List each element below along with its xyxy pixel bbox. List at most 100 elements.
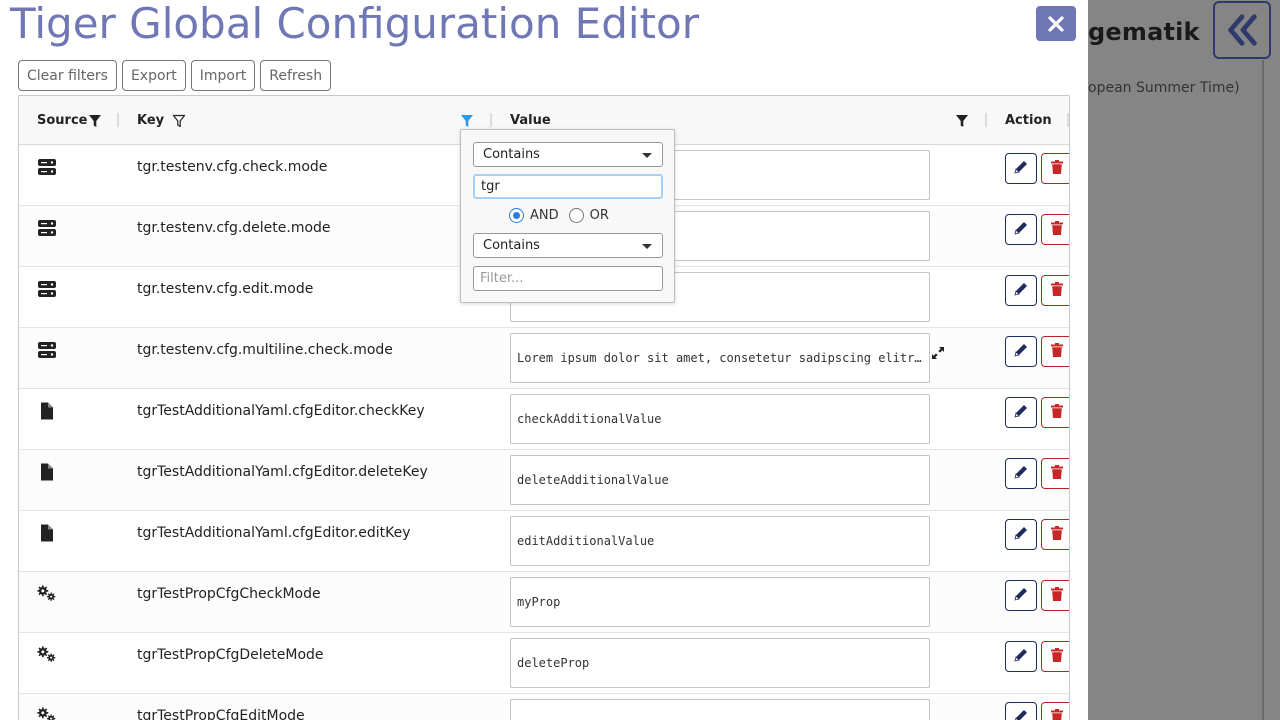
radio-checked-icon[interactable] bbox=[509, 208, 524, 223]
delete-button[interactable] bbox=[1041, 458, 1069, 489]
edit-button[interactable] bbox=[1005, 458, 1037, 489]
config-value-field[interactable]: checkAdditionalValue bbox=[510, 394, 930, 444]
delete-button[interactable] bbox=[1041, 580, 1069, 611]
clear-filters-button[interactable]: Clear filters bbox=[18, 60, 117, 91]
config-value-field[interactable]: deleteProp bbox=[510, 638, 930, 688]
filter-condition-select-2[interactable]: Contains bbox=[473, 233, 663, 258]
pencil-icon bbox=[1013, 708, 1029, 720]
trash-icon bbox=[1049, 281, 1065, 300]
table-row: tgrTestPropCfgEditMode bbox=[19, 694, 1069, 720]
config-value-field[interactable]: myProp bbox=[510, 577, 930, 627]
config-key: tgr.testenv.cfg.delete.mode bbox=[137, 220, 331, 236]
pencil-icon bbox=[1013, 403, 1029, 422]
edit-button[interactable] bbox=[1005, 275, 1037, 306]
table-row: tgrTestAdditionalYaml.cfgEditor.checkKey… bbox=[19, 389, 1069, 450]
edit-button[interactable] bbox=[1005, 397, 1037, 428]
filter-active-icon[interactable] bbox=[88, 114, 102, 128]
delete-button[interactable] bbox=[1041, 214, 1069, 245]
edit-button[interactable] bbox=[1005, 519, 1037, 550]
column-separator[interactable] bbox=[490, 113, 492, 127]
config-key: tgr.testenv.cfg.multiline.check.mode bbox=[137, 342, 393, 358]
filter-active-icon[interactable] bbox=[955, 114, 969, 128]
background-page: gematik opean Summer Time) bbox=[1088, 0, 1280, 720]
trash-icon bbox=[1049, 647, 1065, 666]
modal-title: Tiger Global Configuration Editor bbox=[10, 0, 699, 48]
column-separator[interactable] bbox=[985, 113, 987, 127]
config-key: tgr.testenv.cfg.edit.mode bbox=[137, 281, 314, 297]
close-modal-button[interactable] bbox=[1036, 6, 1076, 41]
trash-icon bbox=[1049, 220, 1065, 239]
delete-button[interactable] bbox=[1041, 153, 1069, 184]
trash-icon bbox=[1049, 586, 1065, 605]
edit-button[interactable] bbox=[1005, 641, 1037, 672]
collapse-sidebar-button[interactable] bbox=[1213, 1, 1271, 59]
config-value: checkAdditionalValue bbox=[517, 412, 662, 426]
delete-button[interactable] bbox=[1041, 702, 1069, 720]
close-icon bbox=[1048, 15, 1064, 32]
filter-icon[interactable] bbox=[172, 114, 186, 128]
import-button[interactable]: Import bbox=[190, 60, 256, 91]
pencil-icon bbox=[1013, 647, 1029, 666]
double-chevron-left-icon bbox=[1228, 14, 1257, 46]
column-header-key[interactable]: Key bbox=[137, 96, 164, 145]
operator-and-label: AND bbox=[530, 208, 559, 223]
filter-condition-select-1[interactable]: Contains bbox=[473, 142, 663, 167]
filter-menu-open-icon[interactable] bbox=[460, 114, 474, 128]
config-value: deleteProp bbox=[517, 656, 590, 670]
config-key: tgrTestAdditionalYaml.cfgEditor.checkKey bbox=[137, 403, 425, 419]
file-icon bbox=[37, 524, 57, 542]
table-row: tgr.testenv.cfg.multiline.check.mode Lore… bbox=[19, 328, 1069, 389]
server-icon bbox=[37, 219, 57, 237]
column-header-source[interactable]: Source bbox=[37, 96, 87, 145]
edit-button[interactable] bbox=[1005, 702, 1037, 720]
trash-icon bbox=[1049, 464, 1065, 483]
table-row: tgrTestPropCfgCheckMode myProp bbox=[19, 572, 1069, 633]
gematik-logo: gematik bbox=[1088, 18, 1200, 46]
filter-value-input-1[interactable] bbox=[473, 174, 663, 199]
edit-button[interactable] bbox=[1005, 153, 1037, 184]
delete-button[interactable] bbox=[1041, 275, 1069, 306]
pencil-icon bbox=[1013, 342, 1029, 361]
refresh-button[interactable]: Refresh bbox=[260, 60, 332, 91]
gears-icon bbox=[37, 707, 57, 720]
config-value-field[interactable]: editAdditionalValue bbox=[510, 516, 930, 566]
gears-icon bbox=[37, 585, 57, 603]
trash-icon bbox=[1049, 403, 1065, 422]
radio-unchecked-icon[interactable] bbox=[568, 208, 584, 223]
pencil-icon bbox=[1013, 464, 1029, 483]
config-key: tgrTestPropCfgCheckMode bbox=[137, 586, 321, 602]
config-value-field[interactable]: Lorem ipsum dolor sit amet, consetetur s… bbox=[510, 333, 930, 383]
delete-button[interactable] bbox=[1041, 519, 1069, 550]
table-row: tgrTestAdditionalYaml.cfgEditor.deleteKe… bbox=[19, 450, 1069, 511]
operator-or-label: OR bbox=[589, 208, 609, 223]
trash-icon bbox=[1049, 525, 1065, 544]
pencil-icon bbox=[1013, 220, 1029, 239]
trash-icon bbox=[1049, 342, 1065, 361]
table-row: tgrTestPropCfgDeleteMode deleteProp bbox=[19, 633, 1069, 694]
operator-or-radio[interactable]: OR bbox=[568, 208, 609, 223]
delete-button[interactable] bbox=[1041, 641, 1069, 672]
edit-button[interactable] bbox=[1005, 214, 1037, 245]
config-key: tgrTestAdditionalYaml.cfgEditor.deleteKe… bbox=[137, 464, 428, 480]
delete-button[interactable] bbox=[1041, 336, 1069, 367]
config-value: editAdditionalValue bbox=[517, 534, 655, 548]
pencil-icon bbox=[1013, 281, 1029, 300]
filter-value-input-2[interactable] bbox=[473, 266, 663, 291]
expand-icon[interactable] bbox=[930, 345, 946, 361]
column-separator[interactable] bbox=[1067, 113, 1069, 127]
server-icon bbox=[37, 158, 57, 176]
filter-condition-value: Contains bbox=[483, 147, 540, 162]
config-key: tgr.testenv.cfg.check.mode bbox=[137, 159, 328, 175]
column-separator[interactable] bbox=[117, 113, 119, 127]
operator-and-radio[interactable]: AND bbox=[509, 208, 559, 223]
edit-button[interactable] bbox=[1005, 580, 1037, 611]
server-icon bbox=[37, 280, 57, 298]
table-row: tgrTestAdditionalYaml.cfgEditor.editKey e… bbox=[19, 511, 1069, 572]
config-value-field[interactable]: deleteAdditionalValue bbox=[510, 455, 930, 505]
delete-button[interactable] bbox=[1041, 397, 1069, 428]
config-value-field[interactable] bbox=[510, 699, 930, 720]
server-icon bbox=[37, 341, 57, 359]
export-button[interactable]: Export bbox=[121, 60, 186, 91]
file-icon bbox=[37, 402, 57, 420]
edit-button[interactable] bbox=[1005, 336, 1037, 367]
